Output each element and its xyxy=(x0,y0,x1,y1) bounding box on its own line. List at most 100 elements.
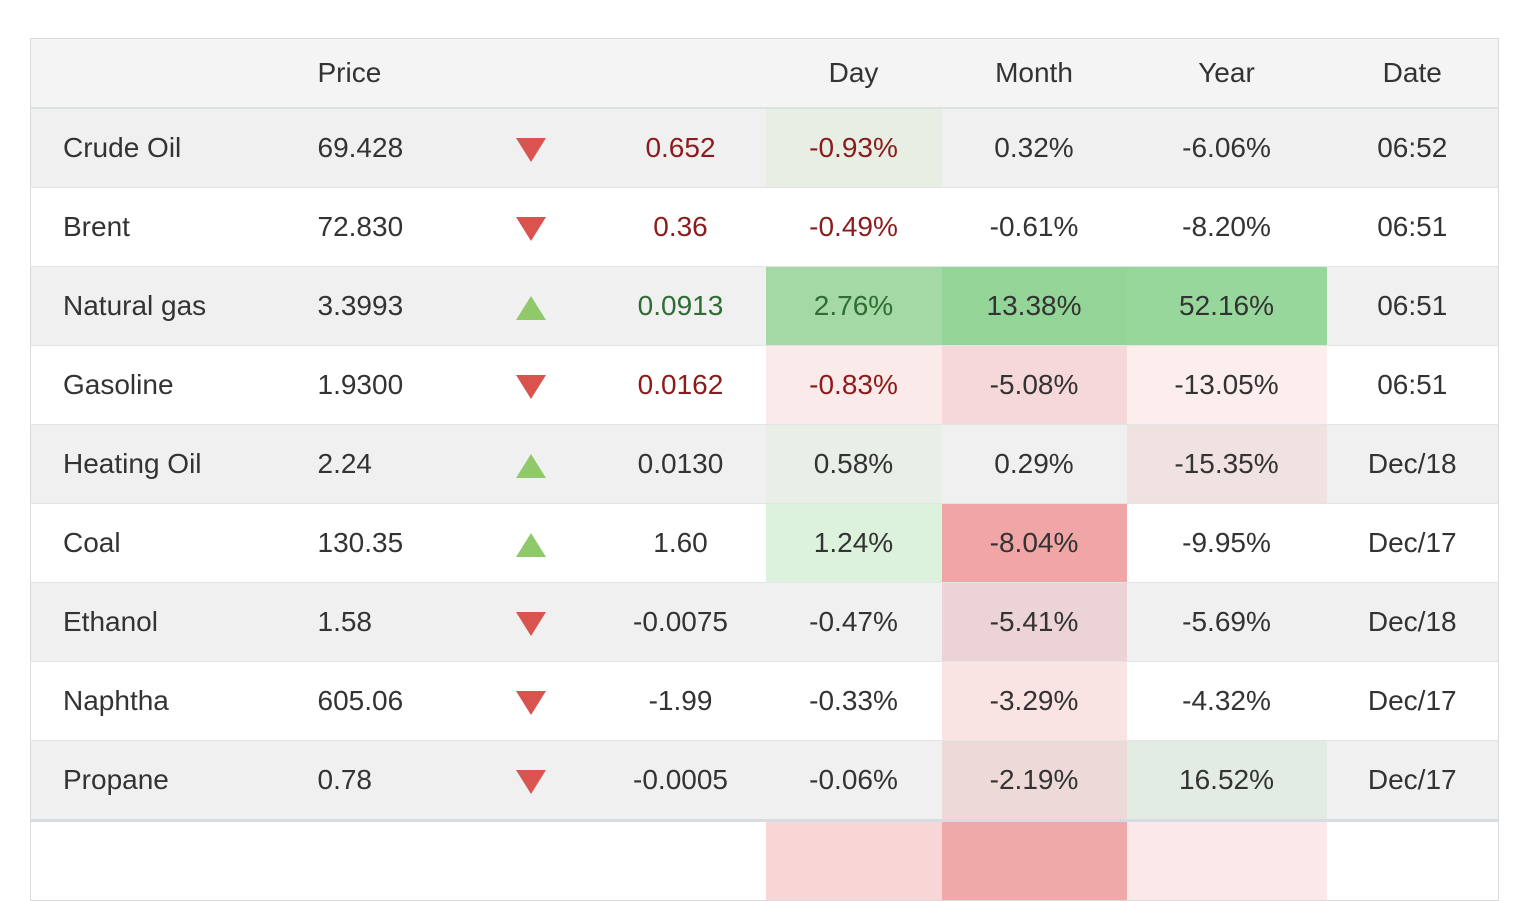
year-percent: -8.20% xyxy=(1127,188,1327,267)
table-row[interactable]: Coal 130.35 1.60 1.24% -8.04% -9.95% Dec… xyxy=(31,504,1499,583)
price-value: 1.58 xyxy=(301,583,466,662)
table-row[interactable]: Ethanol 1.58 -0.0075 -0.47% -5.41% -5.69… xyxy=(31,583,1499,662)
table-row[interactable]: Crude Oil 69.428 0.652 -0.93% 0.32% -6.0… xyxy=(31,108,1499,188)
year-percent: -6.06% xyxy=(1127,108,1327,188)
day-percent: -0.33% xyxy=(766,662,942,741)
commodity-name-link[interactable]: Gasoline xyxy=(31,346,301,425)
header-price: Price xyxy=(301,39,466,109)
header-day: Day xyxy=(766,39,942,109)
direction-cell xyxy=(466,267,596,346)
year-percent: 16.52% xyxy=(1127,741,1327,821)
table-header-row: Price Day Month Year Date xyxy=(31,39,1499,109)
month-percent: -0.61% xyxy=(942,188,1127,267)
day-percent: 1.24% xyxy=(766,504,942,583)
commodity-name-link[interactable]: Crude Oil xyxy=(31,108,301,188)
price-value xyxy=(301,821,466,901)
commodities-table-container: Price Day Month Year Date Crude Oil 69.4… xyxy=(30,38,1498,901)
change-value: 0.36 xyxy=(596,188,766,267)
table-row[interactable]: Brent 72.830 0.36 -0.49% -0.61% -8.20% 0… xyxy=(31,188,1499,267)
change-value: 0.0130 xyxy=(596,425,766,504)
price-value: 3.3993 xyxy=(301,267,466,346)
down-arrow-icon xyxy=(516,612,546,636)
header-change xyxy=(596,39,766,109)
month-percent: -5.08% xyxy=(942,346,1127,425)
change-value: 1.60 xyxy=(596,504,766,583)
date-value: Dec/17 xyxy=(1327,662,1499,741)
date-value: 06:51 xyxy=(1327,188,1499,267)
commodity-name-link[interactable]: Naphtha xyxy=(31,662,301,741)
down-arrow-icon xyxy=(516,375,546,399)
change-value: 0.0913 xyxy=(596,267,766,346)
commodity-name-link[interactable]: Brent xyxy=(31,188,301,267)
direction-cell xyxy=(466,188,596,267)
direction-cell xyxy=(466,504,596,583)
commodity-name-link[interactable]: Heating Oil xyxy=(31,425,301,504)
commodities-table: Price Day Month Year Date Crude Oil 69.4… xyxy=(30,38,1499,901)
date-value: 06:51 xyxy=(1327,346,1499,425)
header-year: Year xyxy=(1127,39,1327,109)
price-value: 72.830 xyxy=(301,188,466,267)
price-value: 1.9300 xyxy=(301,346,466,425)
header-arrow xyxy=(466,39,596,109)
date-value: Dec/18 xyxy=(1327,425,1499,504)
change-value xyxy=(596,821,766,901)
down-arrow-icon xyxy=(516,138,546,162)
date-value: Dec/17 xyxy=(1327,504,1499,583)
year-percent: -13.05% xyxy=(1127,346,1327,425)
header-month: Month xyxy=(942,39,1127,109)
day-percent: -0.47% xyxy=(766,583,942,662)
day-percent: -0.49% xyxy=(766,188,942,267)
month-percent xyxy=(942,821,1127,901)
table-row[interactable]: Propane 0.78 -0.0005 -0.06% -2.19% 16.52… xyxy=(31,741,1499,821)
date-value: 06:52 xyxy=(1327,108,1499,188)
change-value: -1.99 xyxy=(596,662,766,741)
table-row-partial[interactable] xyxy=(31,821,1499,901)
year-percent: 52.16% xyxy=(1127,267,1327,346)
price-value: 69.428 xyxy=(301,108,466,188)
up-arrow-icon xyxy=(516,296,546,320)
year-percent: -9.95% xyxy=(1127,504,1327,583)
direction-cell xyxy=(466,108,596,188)
up-arrow-icon xyxy=(516,533,546,557)
month-percent: -8.04% xyxy=(942,504,1127,583)
day-percent xyxy=(766,821,942,901)
direction-cell xyxy=(466,741,596,821)
date-value: Dec/17 xyxy=(1327,741,1499,821)
year-percent: -15.35% xyxy=(1127,425,1327,504)
header-date: Date xyxy=(1327,39,1499,109)
table-row[interactable]: Naphtha 605.06 -1.99 -0.33% -3.29% -4.32… xyxy=(31,662,1499,741)
direction-cell xyxy=(466,346,596,425)
day-percent: 2.76% xyxy=(766,267,942,346)
down-arrow-icon xyxy=(516,691,546,715)
day-percent: 0.58% xyxy=(766,425,942,504)
commodity-name-link[interactable]: Propane xyxy=(31,741,301,821)
year-percent: -5.69% xyxy=(1127,583,1327,662)
year-percent xyxy=(1127,821,1327,901)
table-row[interactable]: Heating Oil 2.24 0.0130 0.58% 0.29% -15.… xyxy=(31,425,1499,504)
commodity-name-link[interactable]: Ethanol xyxy=(31,583,301,662)
direction-cell xyxy=(466,662,596,741)
date-value xyxy=(1327,821,1499,901)
month-percent: -2.19% xyxy=(942,741,1127,821)
month-percent: 0.29% xyxy=(942,425,1127,504)
month-percent: 0.32% xyxy=(942,108,1127,188)
price-value: 2.24 xyxy=(301,425,466,504)
table-row[interactable]: Gasoline 1.9300 0.0162 -0.83% -5.08% -13… xyxy=(31,346,1499,425)
commodity-name-link[interactable] xyxy=(31,821,301,901)
date-value: 06:51 xyxy=(1327,267,1499,346)
down-arrow-icon xyxy=(516,217,546,241)
month-percent: -5.41% xyxy=(942,583,1127,662)
commodity-name-link[interactable]: Natural gas xyxy=(31,267,301,346)
month-percent: -3.29% xyxy=(942,662,1127,741)
header-name xyxy=(31,39,301,109)
day-percent: -0.06% xyxy=(766,741,942,821)
date-value: Dec/18 xyxy=(1327,583,1499,662)
change-value: -0.0075 xyxy=(596,583,766,662)
direction-cell xyxy=(466,821,596,901)
table-row[interactable]: Natural gas 3.3993 0.0913 2.76% 13.38% 5… xyxy=(31,267,1499,346)
change-value: 0.0162 xyxy=(596,346,766,425)
price-value: 130.35 xyxy=(301,504,466,583)
year-percent: -4.32% xyxy=(1127,662,1327,741)
commodity-name-link[interactable]: Coal xyxy=(31,504,301,583)
down-arrow-icon xyxy=(516,770,546,794)
